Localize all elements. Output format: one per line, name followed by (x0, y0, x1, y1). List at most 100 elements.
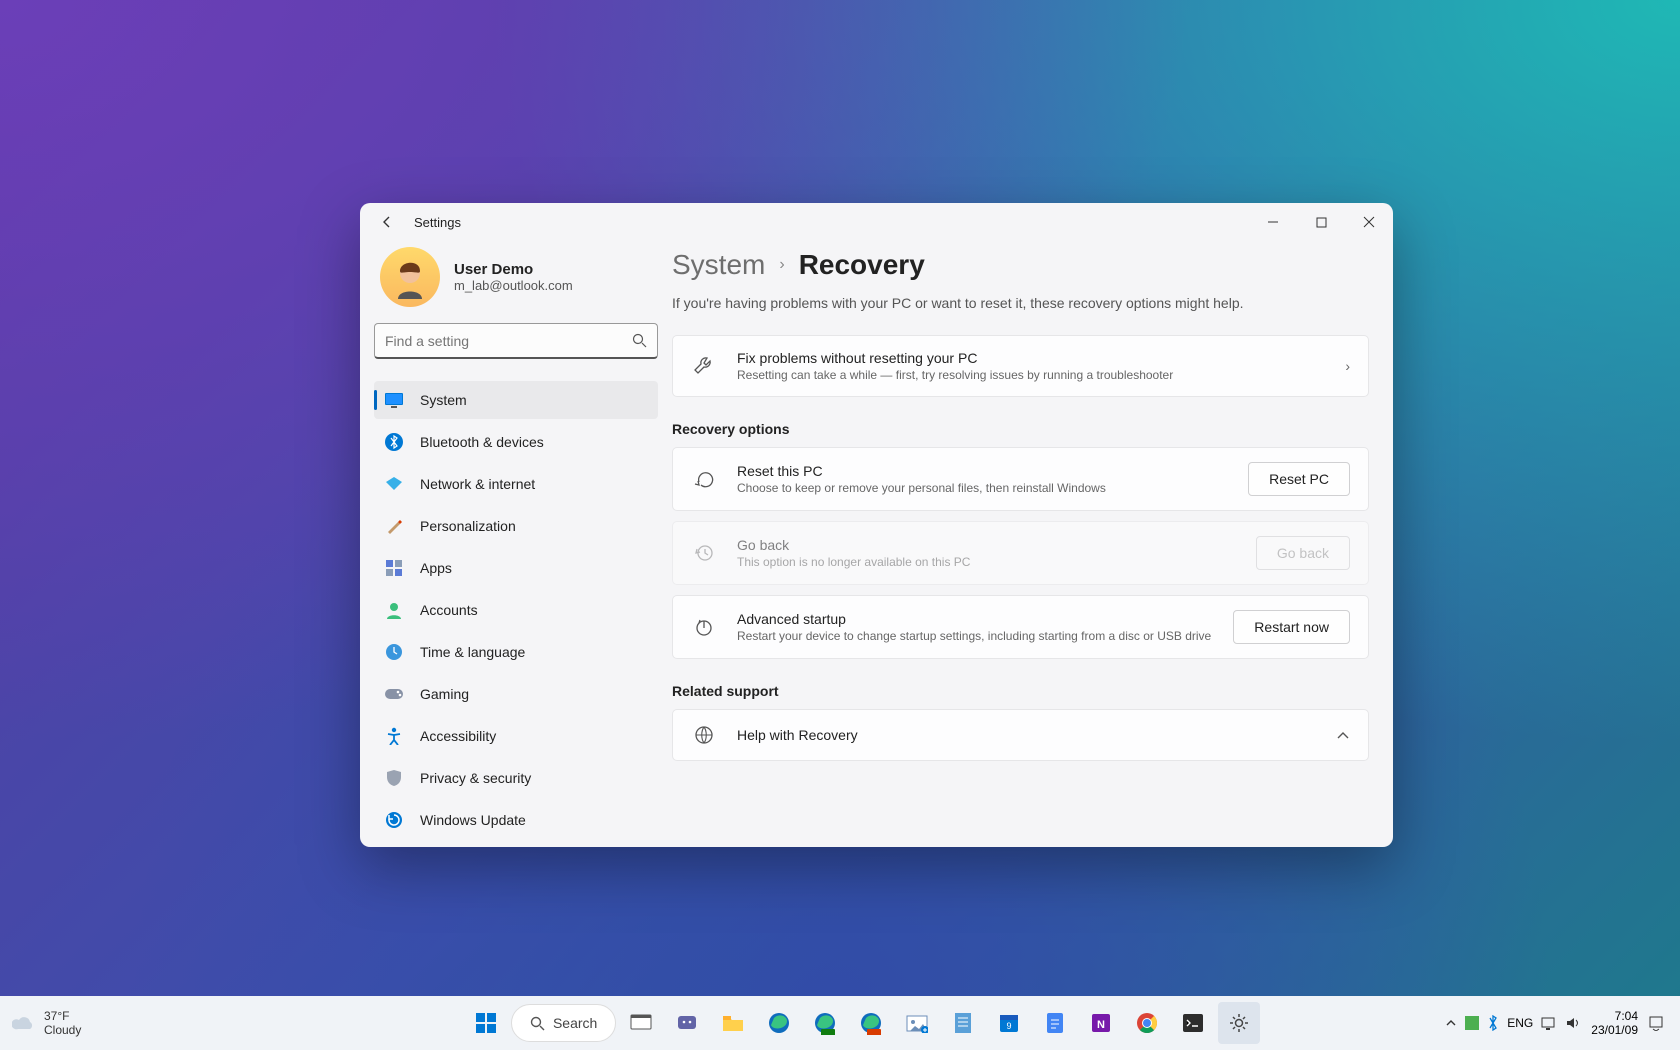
calendar-button[interactable]: 9 (988, 1002, 1030, 1044)
clock[interactable]: 7:04 23/01/09 (1591, 1009, 1638, 1037)
taskbar-search[interactable]: Search (511, 1004, 616, 1042)
reset-pc-card: Reset this PC Choose to keep or remove y… (672, 447, 1369, 511)
minimize-button[interactable] (1249, 203, 1297, 241)
notifications-icon[interactable] (1648, 1015, 1664, 1031)
photos-button[interactable] (896, 1002, 938, 1044)
restart-now-button[interactable]: Restart now (1233, 610, 1350, 644)
sidebar-item-label: System (420, 392, 467, 408)
chevron-right-icon: › (1345, 358, 1350, 374)
tray-app-icon[interactable] (1465, 1016, 1479, 1030)
avatar (380, 247, 440, 307)
back-button[interactable] (378, 213, 396, 231)
chat-button[interactable] (666, 1002, 708, 1044)
page-title: Recovery (799, 249, 925, 281)
svg-text:9: 9 (1007, 1021, 1012, 1031)
sidebar-item-apps[interactable]: Apps (374, 549, 658, 587)
chevron-right-icon: › (779, 256, 784, 274)
language-indicator[interactable]: ENG (1507, 1016, 1533, 1030)
date: 23/01/09 (1591, 1023, 1638, 1037)
paint-icon (384, 516, 404, 536)
profile-email: m_lab@outlook.com (454, 278, 573, 293)
card-desc: Resetting can take a while — first, try … (737, 368, 1325, 382)
search-box[interactable] (374, 323, 658, 359)
reset-pc-button[interactable]: Reset PC (1248, 462, 1350, 496)
sidebar-item-time[interactable]: Time & language (374, 633, 658, 671)
edge-canary-button[interactable] (850, 1002, 892, 1044)
sidebar-item-label: Accounts (420, 602, 478, 618)
sidebar-item-bluetooth[interactable]: Bluetooth & devices (374, 423, 658, 461)
close-button[interactable] (1345, 203, 1393, 241)
sidebar-item-label: Accessibility (420, 728, 496, 744)
settings-button[interactable] (1218, 1002, 1260, 1044)
edge-button[interactable] (758, 1002, 800, 1044)
network-tray-icon[interactable] (1541, 1016, 1557, 1030)
card-desc: Restart your device to change startup se… (737, 629, 1213, 643)
sidebar-item-label: Bluetooth & devices (420, 434, 544, 450)
sidebar-item-accounts[interactable]: Accounts (374, 591, 658, 629)
advanced-startup-card: Advanced startup Restart your device to … (672, 595, 1369, 659)
section-heading-recovery: Recovery options (672, 421, 1369, 437)
go-back-button: Go back (1256, 536, 1350, 570)
terminal-button[interactable] (1172, 1002, 1214, 1044)
sidebar-item-label: Personalization (420, 518, 516, 534)
explorer-button[interactable] (712, 1002, 754, 1044)
docs-button[interactable] (1034, 1002, 1076, 1044)
sidebar-item-label: Gaming (420, 686, 469, 702)
sidebar-item-system[interactable]: System (374, 381, 658, 419)
search-icon (530, 1016, 545, 1031)
edge-beta-button[interactable] (804, 1002, 846, 1044)
section-heading-support: Related support (672, 683, 1369, 699)
bluetooth-tray-icon[interactable] (1487, 1015, 1499, 1031)
card-desc: This option is no longer available on th… (737, 555, 1236, 569)
go-back-card: Go back This option is no longer availab… (672, 521, 1369, 585)
sidebar-item-update[interactable]: Windows Update (374, 801, 658, 839)
weather-widget[interactable]: 37°F Cloudy (0, 1009, 280, 1037)
nav-list: System Bluetooth & devices Network & int… (374, 381, 658, 839)
globe-icon (691, 724, 717, 746)
shield-icon (384, 768, 404, 788)
maximize-button[interactable] (1297, 203, 1345, 241)
sidebar-item-personalization[interactable]: Personalization (374, 507, 658, 545)
sidebar-item-accessibility[interactable]: Accessibility (374, 717, 658, 755)
volume-tray-icon[interactable] (1565, 1016, 1581, 1030)
weather-label: Cloudy (44, 1023, 81, 1037)
system-tray[interactable]: ENG (1445, 1015, 1581, 1031)
chevron-up-icon (1336, 730, 1350, 740)
card-title: Go back (737, 537, 1236, 553)
onenote-button[interactable]: N (1080, 1002, 1122, 1044)
window-title: Settings (414, 215, 461, 230)
intro-text: If you're having problems with your PC o… (672, 295, 1369, 311)
chevron-up-icon[interactable] (1445, 1018, 1457, 1028)
help-recovery-card[interactable]: Help with Recovery (672, 709, 1369, 761)
search-label: Search (553, 1015, 597, 1031)
search-input[interactable] (385, 333, 632, 349)
sidebar-item-network[interactable]: Network & internet (374, 465, 658, 503)
troubleshoot-card[interactable]: Fix problems without resetting your PC R… (672, 335, 1369, 397)
breadcrumb-root[interactable]: System (672, 249, 765, 281)
task-view-button[interactable] (620, 1002, 662, 1044)
card-title: Reset this PC (737, 463, 1228, 479)
card-title: Help with Recovery (737, 727, 1316, 743)
gamepad-icon (384, 684, 404, 704)
history-icon (691, 542, 717, 564)
taskbar: 37°F Cloudy Search 9 N ENG (0, 996, 1680, 1050)
wrench-icon (691, 355, 717, 377)
chrome-button[interactable] (1126, 1002, 1168, 1044)
bluetooth-icon (384, 432, 404, 452)
update-icon (384, 810, 404, 830)
main-content: System › Recovery If you're having probl… (672, 241, 1393, 847)
profile[interactable]: User Demo m_lab@outlook.com (374, 241, 658, 323)
search-icon (632, 333, 647, 348)
card-desc: Choose to keep or remove your personal f… (737, 481, 1228, 495)
card-title: Advanced startup (737, 611, 1213, 627)
svg-text:N: N (1097, 1019, 1105, 1031)
profile-name: User Demo (454, 261, 573, 278)
apps-icon (384, 558, 404, 578)
notepad-button[interactable] (942, 1002, 984, 1044)
sidebar-item-gaming[interactable]: Gaming (374, 675, 658, 713)
monitor-icon (384, 390, 404, 410)
sidebar-item-label: Windows Update (420, 812, 526, 828)
sidebar-item-label: Time & language (420, 644, 525, 660)
start-button[interactable] (465, 1002, 507, 1044)
sidebar-item-privacy[interactable]: Privacy & security (374, 759, 658, 797)
